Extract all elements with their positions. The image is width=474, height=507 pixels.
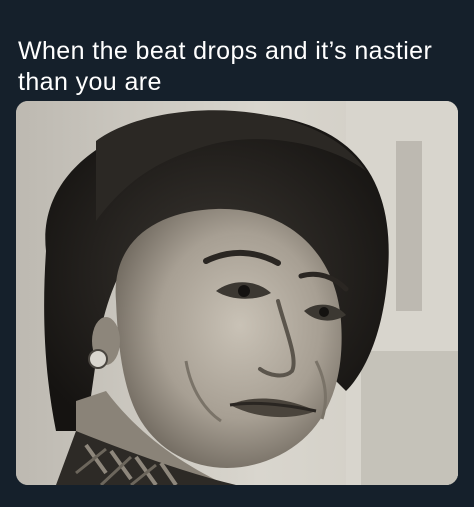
- woman-sneer-photo: [16, 101, 458, 485]
- tweet-text: When the beat drops and it’s nastier tha…: [18, 37, 433, 96]
- tweet-card: When the beat drops and it’s nastier tha…: [0, 0, 474, 507]
- tweet-photo[interactable]: [16, 101, 458, 485]
